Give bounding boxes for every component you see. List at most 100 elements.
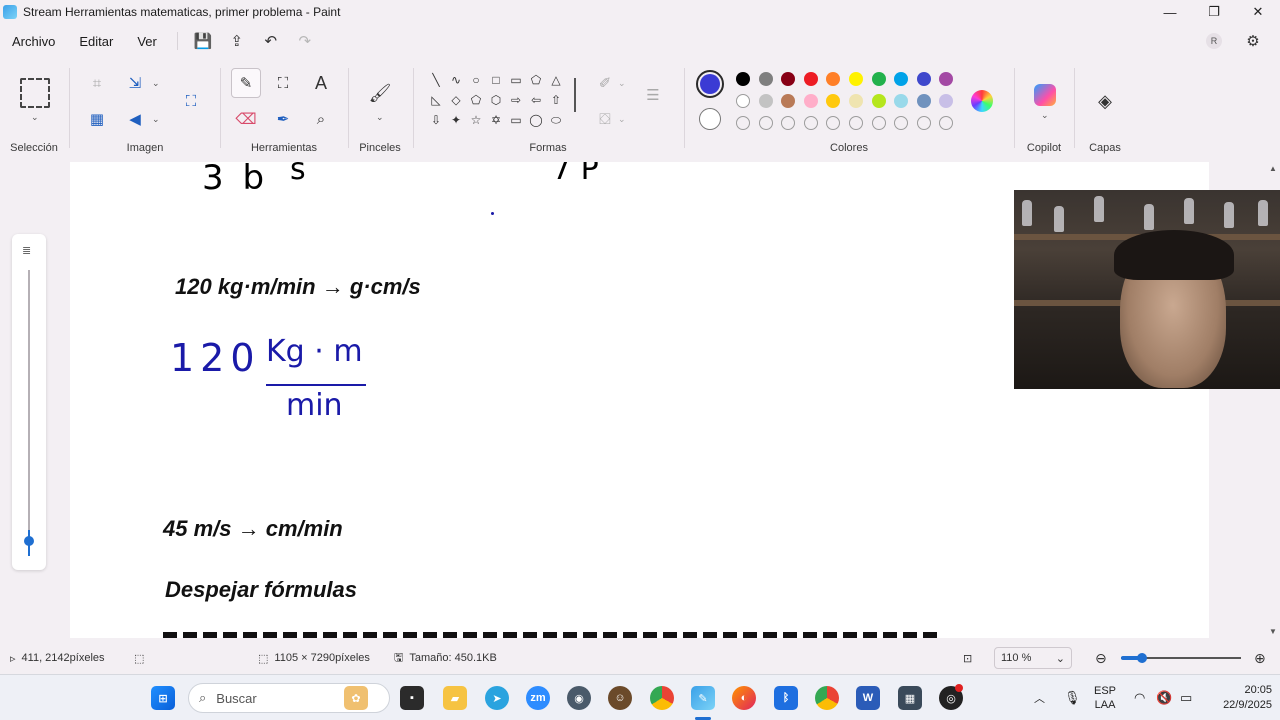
chevron-down-icon[interactable]: ⌄	[152, 114, 160, 125]
shapes-scrollbar[interactable]	[574, 78, 576, 112]
menu-view[interactable]: Ver	[125, 34, 169, 49]
pencil-icon[interactable]: ✎	[231, 68, 261, 98]
shape-option-icon[interactable]: ▭	[506, 70, 526, 90]
shape-option-icon[interactable]: ◯	[526, 110, 546, 130]
zoom-app-icon[interactable]: zm	[526, 686, 550, 710]
shape-option-icon[interactable]: ⬠	[526, 70, 546, 90]
task-view-icon[interactable]: ▪	[400, 686, 424, 710]
shape-option-icon[interactable]: ⬡	[486, 90, 506, 110]
zoom-in-icon[interactable]: ⊕	[1254, 642, 1266, 674]
color-swatch[interactable]	[803, 72, 818, 86]
custom-color-slot[interactable]	[736, 116, 750, 130]
custom-color-slot[interactable]	[758, 116, 773, 130]
color-swatch[interactable]	[849, 94, 863, 108]
calculator-icon[interactable]: ▦	[898, 686, 922, 710]
layers-icon[interactable]: ◈	[1090, 86, 1120, 116]
redo-icon[interactable]: ↷	[291, 27, 319, 55]
color-swatch[interactable]	[871, 72, 886, 86]
shape-option-icon[interactable]: ○	[466, 70, 486, 90]
edit-colors-icon[interactable]	[971, 90, 993, 112]
outline-icon[interactable]: ✐	[590, 68, 620, 98]
account-avatar[interactable]: R	[1206, 33, 1222, 49]
remove-background-icon[interactable]: ▦	[82, 104, 112, 134]
system-clock[interactable]: 20:05 22/9/2025	[1223, 683, 1272, 713]
color-swatch[interactable]	[758, 72, 773, 86]
text-tool-icon[interactable]: A	[306, 68, 336, 98]
shape-option-icon[interactable]: ╲	[426, 70, 446, 90]
minimize-button[interactable]: —	[1148, 0, 1192, 24]
crop-icon[interactable]: ⌗	[82, 68, 112, 98]
app-icon-character[interactable]: ☺	[608, 686, 632, 710]
start-windows-icon[interactable]: ⊞	[151, 686, 175, 710]
color-swatch[interactable]	[916, 72, 931, 86]
color-swatch[interactable]	[803, 94, 818, 108]
shape-option-icon[interactable]: ∿	[446, 70, 466, 90]
fill-bucket-icon[interactable]: ⛶	[268, 68, 298, 98]
custom-color-slot[interactable]	[871, 116, 886, 130]
slider-knob[interactable]	[24, 536, 34, 546]
battery-icon[interactable]: ▭	[1180, 675, 1192, 720]
chevron-down-icon[interactable]: ⌄	[31, 112, 39, 123]
rotate-icon[interactable]: ◀	[120, 104, 150, 134]
menu-file[interactable]: Archivo	[0, 34, 67, 49]
custom-color-slot[interactable]	[803, 116, 818, 130]
color-swatch[interactable]	[849, 72, 863, 86]
show-hidden-icons[interactable]: ︿	[1034, 675, 1045, 720]
shape-option-icon[interactable]: ✦	[446, 110, 466, 130]
chevron-down-icon[interactable]: ⌄	[1041, 110, 1049, 121]
undo-icon[interactable]: ↶	[257, 27, 285, 55]
shape-option-icon[interactable]: ✡	[486, 110, 506, 130]
telegram-icon[interactable]: ➤	[485, 686, 509, 710]
shape-option-icon[interactable]: ⇩	[426, 110, 446, 130]
wifi-icon[interactable]: ◠	[1134, 675, 1145, 720]
custom-color-slot[interactable]	[916, 116, 931, 130]
shape-option-icon[interactable]: ◺	[426, 90, 446, 110]
shape-option-icon[interactable]: ⬭	[546, 110, 566, 130]
share-icon[interactable]: ⇪	[223, 27, 251, 55]
secondary-color[interactable]	[699, 108, 721, 130]
magnifier-icon[interactable]: ⌕	[306, 104, 336, 134]
zoom-dropdown[interactable]: 110 % ⌄	[994, 647, 1072, 669]
zoom-slider-knob[interactable]	[1137, 653, 1147, 663]
shape-option-icon[interactable]: ▭	[506, 110, 526, 130]
bluetooth-icon[interactable]: ᛒ	[774, 686, 798, 710]
shape-option-icon[interactable]: ⇦	[526, 90, 546, 110]
file-explorer-icon[interactable]: ▰	[443, 686, 467, 710]
color-swatch[interactable]	[916, 94, 931, 108]
primary-color[interactable]	[696, 70, 724, 98]
chevron-down-icon[interactable]: ⌄	[618, 78, 626, 89]
chrome-profile-icon[interactable]	[815, 686, 839, 710]
microphone-icon[interactable]: 🎙	[1064, 675, 1081, 720]
color-swatch[interactable]	[871, 94, 886, 108]
custom-color-slot[interactable]	[849, 116, 863, 130]
app-icon-globe[interactable]: ◉	[567, 686, 591, 710]
chevron-down-icon[interactable]: ⌄	[618, 114, 626, 125]
zoom-out-icon[interactable]: ⊖	[1095, 642, 1107, 674]
color-swatch[interactable]	[736, 94, 750, 108]
shape-option-icon[interactable]: △	[546, 70, 566, 90]
select-rectangle-icon[interactable]	[20, 78, 50, 108]
resize-icon[interactable]: ⇲	[120, 68, 150, 98]
paint-taskbar-icon[interactable]: ✎	[691, 686, 715, 710]
shape-size-icon[interactable]: ☰	[638, 80, 668, 110]
scroll-up-icon[interactable]: ▲	[1269, 164, 1277, 173]
word-icon[interactable]: W	[856, 686, 880, 710]
shape-option-icon[interactable]: ⬠	[466, 90, 486, 110]
shape-option-icon[interactable]: ☆	[466, 110, 486, 130]
chevron-down-icon[interactable]: ⌄	[152, 78, 160, 89]
save-icon[interactable]: 💾	[189, 27, 217, 55]
color-picker-icon[interactable]: ✒	[268, 104, 298, 134]
color-swatch[interactable]	[758, 94, 773, 108]
fit-to-window-icon[interactable]: ⊡	[963, 642, 972, 674]
language-indicator[interactable]: ESP LAA	[1094, 675, 1116, 720]
search-highlight-icon[interactable]: ✿	[344, 686, 368, 710]
settings-gear-icon[interactable]: ⚙	[1239, 27, 1267, 55]
scroll-down-icon[interactable]: ▼	[1269, 627, 1277, 636]
shape-option-icon[interactable]: □	[486, 70, 506, 90]
close-button[interactable]: ✕	[1236, 0, 1280, 24]
shape-option-icon[interactable]: ◇	[446, 90, 466, 110]
menu-edit[interactable]: Editar	[67, 34, 125, 49]
shape-option-icon[interactable]: ⇧	[546, 90, 566, 110]
brush-size-slider[interactable]: ≣	[12, 234, 46, 570]
copilot-icon[interactable]	[1034, 84, 1056, 106]
